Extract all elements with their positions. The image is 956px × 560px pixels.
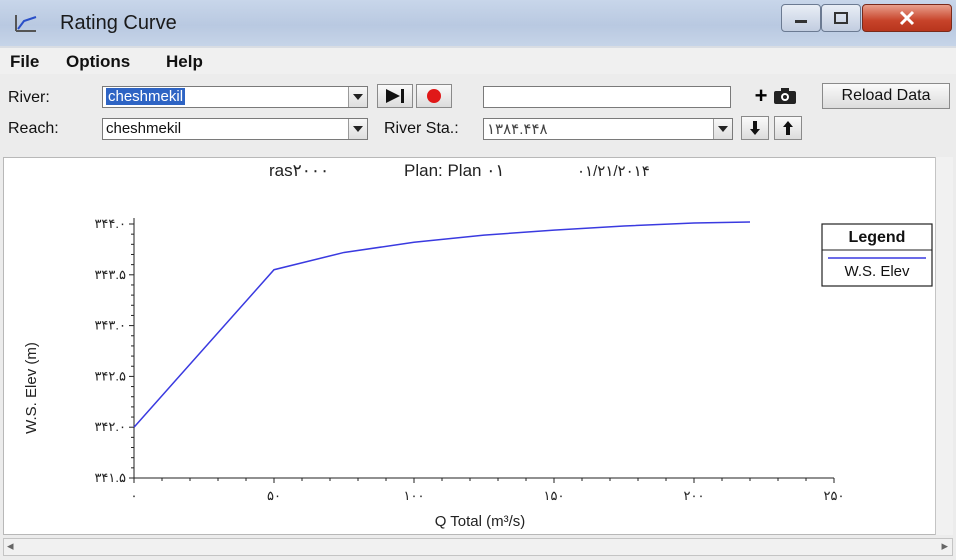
plot-header-date: ۰۱/۲۱/۲۰۱۴ — [577, 163, 650, 180]
y-tick-label: ۳۴۲.۰ — [94, 419, 126, 434]
close-icon — [899, 10, 915, 26]
legend-series-name: W.S. Elev — [844, 263, 910, 280]
maximize-icon — [834, 12, 848, 24]
chevron-down-icon — [353, 94, 363, 100]
plot-header-plan: Plan: Plan ۰۱ — [404, 161, 504, 180]
menu-options[interactable]: Options — [66, 52, 130, 72]
rating-curve-chart: ras۲۰۰۰ Plan: Plan ۰۱ ۰۱/۲۱/۲۰۱۴ ۰ ۵۰ ۱۰۰ ۱… — [23, 161, 933, 530]
river-label: River: — [8, 89, 50, 106]
river-dropdown-button[interactable] — [348, 87, 367, 107]
x-tick-label: ۲۰۰ — [684, 488, 705, 503]
previous-station-button[interactable] — [774, 116, 802, 140]
chevron-down-icon — [353, 126, 363, 132]
play-button[interactable] — [377, 84, 413, 108]
x-tick-label: ۱۰۰ — [404, 488, 425, 503]
maximize-button[interactable] — [821, 4, 861, 32]
river-sta-label: River Sta.: — [384, 120, 459, 137]
legend-title: Legend — [849, 229, 906, 246]
status-field — [483, 86, 731, 108]
y-axis-label: W.S. Elev (m) — [23, 342, 40, 434]
camera-icon — [774, 88, 797, 104]
plus-label: + — [754, 83, 768, 108]
scroll-left-arrow[interactable]: ◂ — [7, 538, 14, 554]
y-tick-label: ۳۴۱.۵ — [94, 470, 126, 485]
vertical-scrollbar[interactable] — [935, 157, 953, 535]
record-icon — [427, 89, 441, 103]
x-tick-label: ۰ — [131, 488, 138, 503]
reach-select[interactable]: cheshmekil — [102, 118, 368, 140]
arrow-down-icon — [750, 121, 760, 135]
chart-series — [133, 221, 751, 428]
menu-bar: File Options Help — [0, 48, 956, 74]
close-button[interactable] — [862, 4, 952, 32]
rating-curve-window: Rating Curve File Options Help River: ch… — [0, 0, 956, 560]
x-tick-label: ۱۵۰ — [544, 488, 565, 503]
title-bar: Rating Curve — [0, 0, 956, 46]
rating-curve-app-icon — [15, 15, 37, 32]
window-title: Rating Curve — [60, 12, 177, 34]
scroll-right-arrow[interactable]: ▸ — [941, 538, 948, 554]
record-button[interactable] — [416, 84, 452, 108]
river-select[interactable]: cheshmekil — [102, 86, 368, 108]
x-tick-label: ۲۵۰ — [824, 488, 845, 503]
river-sta-select[interactable]: ۱۳۸۴.۴۴۸ — [483, 118, 733, 140]
minimize-button[interactable] — [781, 4, 821, 32]
reload-data-label: Reload Data — [841, 87, 931, 104]
arrow-up-icon — [783, 121, 793, 135]
river-sta-dropdown-button[interactable] — [713, 119, 732, 139]
plot-header-project: ras۲۰۰۰ — [269, 161, 329, 180]
horizontal-scrollbar[interactable]: ◂ ▸ — [3, 538, 953, 556]
y-tick-label: ۳۴۳.۵ — [94, 267, 126, 282]
next-station-button[interactable] — [741, 116, 769, 140]
series-line-ws-elev — [133, 221, 751, 428]
y-tick-label: ۳۴۲.۵ — [94, 368, 126, 383]
reach-dropdown-button[interactable] — [348, 119, 367, 139]
play-icon — [386, 89, 404, 103]
snapshot-button[interactable]: + — [744, 83, 808, 108]
river-value: cheshmekil — [106, 88, 186, 105]
x-axis-label: Q Total (m³/s) — [435, 513, 526, 530]
plot-area[interactable]: ras۲۰۰۰ Plan: Plan ۰۱ ۰۱/۲۱/۲۰۱۴ ۰ ۵۰ ۱۰۰ ۱… — [3, 157, 953, 535]
chart-axes: ۰ ۵۰ ۱۰۰ ۱۵۰ ۲۰۰ ۲۵۰ ۳۴۱.۵ ۳۴۲.۰ ۳۴۲.۵ ۳۴۳.۰ ۳۴۳.۵… — [94, 216, 844, 503]
minimize-icon — [795, 20, 807, 23]
menu-file[interactable]: File — [10, 52, 39, 72]
y-tick-label: ۳۴۳.۰ — [94, 318, 126, 333]
x-tick-label: ۵۰ — [267, 488, 281, 503]
reach-value: cheshmekil — [106, 120, 182, 137]
y-tick-label: ۳۴۴.۰ — [94, 216, 126, 231]
legend: Legend W.S. Elev — [821, 223, 933, 287]
menu-help[interactable]: Help — [166, 52, 203, 72]
chevron-down-icon — [718, 126, 728, 132]
reload-data-button[interactable]: Reload Data — [822, 83, 950, 109]
river-sta-value: ۱۳۸۴.۴۴۸ — [487, 121, 548, 138]
reach-label: Reach: — [8, 120, 59, 137]
